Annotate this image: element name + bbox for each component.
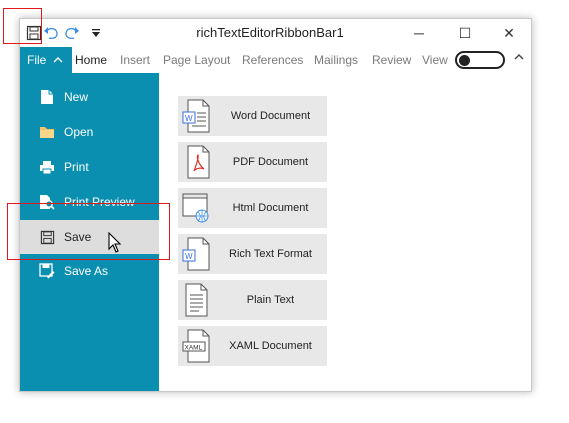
collapse-ribbon-button[interactable] (514, 50, 524, 64)
format-label: Word Document (230, 110, 311, 122)
tab-mailings[interactable]: Mailings (314, 53, 358, 67)
format-plain-text[interactable]: Plain Text (178, 280, 327, 320)
menu-item-label: Print (64, 160, 89, 174)
dropdown-arrow-icon (92, 29, 100, 37)
tab-insert[interactable]: Insert (120, 53, 150, 67)
menu-item-label: Open (64, 125, 94, 139)
title-bar: richTextEditorRibbonBar1 ─ ☐ ✕ (20, 19, 531, 47)
format-label: Rich Text Format (229, 248, 312, 260)
format-xaml-document[interactable]: XAML XAML Document (178, 326, 327, 366)
svg-text:XAML: XAML (185, 345, 203, 352)
ribbon-tab-bar: File Home Insert Page Layout References … (20, 47, 531, 73)
format-html-document[interactable]: Html Document (178, 188, 327, 228)
format-word-document[interactable]: W Word Document (178, 96, 327, 136)
menu-item-new[interactable]: New (20, 80, 159, 114)
menu-item-label: New (64, 90, 89, 104)
menu-item-print[interactable]: Print (20, 150, 159, 184)
file-tab[interactable]: File (20, 47, 72, 73)
undo-icon (44, 27, 58, 40)
maximize-button[interactable]: ☐ (442, 19, 488, 47)
tab-home[interactable]: Home (75, 53, 107, 67)
close-button[interactable]: ✕ (486, 19, 532, 47)
pdf-document-icon (187, 145, 210, 179)
format-label: Html Document (232, 202, 309, 214)
plain-text-icon (185, 283, 208, 317)
svg-text:W: W (185, 252, 193, 261)
tab-view[interactable]: View (422, 53, 448, 67)
qat-customize-button[interactable] (86, 23, 106, 43)
format-pdf-document[interactable]: PDF Document (178, 142, 327, 182)
word-document-icon: W (182, 99, 210, 133)
format-rich-text-format[interactable]: W Rich Text Format (178, 234, 327, 274)
qat-save-highlight (3, 8, 42, 44)
mouse-cursor-icon (108, 232, 122, 253)
tab-review[interactable]: Review (372, 53, 411, 67)
theme-toggle-switch[interactable] (455, 51, 505, 69)
svg-text:W: W (185, 114, 193, 123)
menu-item-open[interactable]: Open (20, 115, 159, 149)
new-document-icon (38, 88, 56, 106)
folder-icon (38, 123, 56, 141)
save-format-panel: W Word Document PDF Document Html Docume… (159, 73, 531, 391)
menu-item-label: Save As (64, 264, 109, 278)
chevron-up-icon (53, 57, 63, 63)
toggle-knob (459, 55, 470, 66)
minimize-button[interactable]: ─ (396, 19, 442, 47)
qat-redo-button[interactable] (61, 23, 81, 43)
format-label: PDF Document (232, 156, 309, 168)
window-title: richTextEditorRibbonBar1 (196, 25, 344, 40)
format-label: Plain Text (246, 294, 295, 306)
tab-references[interactable]: References (242, 53, 303, 67)
file-tab-label: File (27, 53, 47, 67)
tab-page-layout[interactable]: Page Layout (163, 53, 230, 67)
rtf-document-icon: W (182, 237, 210, 271)
save-menu-highlight (7, 203, 170, 260)
redo-icon (65, 27, 79, 40)
printer-icon (38, 158, 56, 176)
xaml-document-icon: XAML (182, 329, 210, 363)
chevron-up-icon (514, 54, 524, 60)
html-document-icon (182, 193, 209, 223)
format-label: XAML Document (229, 340, 312, 352)
save-as-icon (38, 262, 56, 280)
qat-undo-button[interactable] (42, 23, 62, 43)
